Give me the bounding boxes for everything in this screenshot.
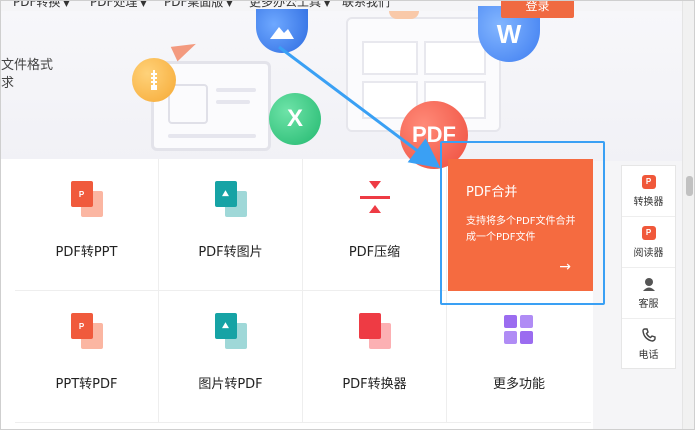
sidebar-item-converter[interactable]: P 转换器 (622, 166, 675, 217)
sidebar-item-customer-service[interactable]: 客服 (622, 268, 675, 319)
sidebar-item-label: 电话 (638, 350, 659, 361)
customer-service-icon (642, 277, 656, 291)
annotation-arrow (278, 45, 441, 169)
sidebar-item-label: 客服 (638, 298, 659, 310)
phone-icon (641, 328, 656, 342)
converter-icon: P (641, 174, 656, 189)
sidebar-item-label: 转换器 (633, 196, 664, 208)
sidebar-item-label: 阅读器 (633, 247, 664, 259)
reader-icon: P (641, 225, 656, 240)
sidebar-item-phone[interactable]: 电话 (622, 319, 675, 370)
sidebar-item-reader[interactable]: P 阅读器 (622, 217, 675, 268)
browser-viewport: 文件格式 求 X W PDF转换 ▼ PDF处理 ▼ PDF桌面版 ▼ 更多办公工具 ▼… (0, 0, 695, 430)
scrollbar-thumb[interactable] (686, 176, 693, 196)
page-scrollbar[interactable] (682, 1, 694, 429)
floating-sidebar: P 转换器 P 阅读器 客服 电话 (621, 165, 676, 369)
